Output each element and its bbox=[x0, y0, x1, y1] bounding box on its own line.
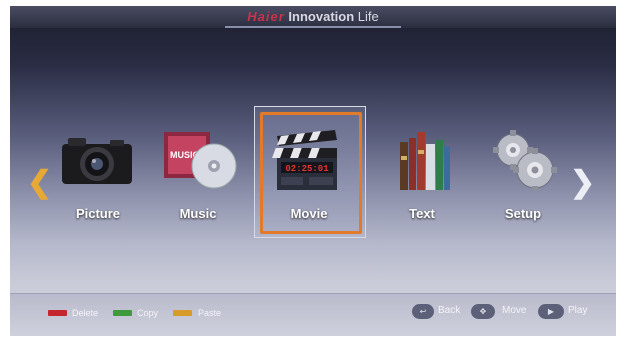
brand-sub: Innovation bbox=[288, 9, 355, 24]
move-key-icon: ✥ bbox=[471, 304, 495, 319]
action-delete[interactable]: Delete bbox=[72, 308, 98, 318]
next-arrow-icon[interactable]: ❯ bbox=[570, 168, 595, 198]
brand-main: Haier bbox=[247, 9, 285, 24]
red-key-icon bbox=[48, 310, 67, 316]
action-copy[interactable]: Copy bbox=[137, 308, 158, 318]
camera-icon bbox=[62, 138, 132, 184]
menu-item-movie[interactable]: 02:25:01 Movie bbox=[259, 118, 359, 240]
menu-item-label: Setup bbox=[504, 206, 542, 221]
bottom-bar: Delete Copy Paste ↩ Back ✥ Move ▶ Play bbox=[10, 293, 616, 336]
action-paste[interactable]: Paste bbox=[198, 308, 221, 318]
hint-play[interactable]: Play bbox=[568, 305, 587, 316]
menu-item-picture[interactable]: Picture bbox=[48, 118, 148, 240]
green-key-icon bbox=[113, 310, 132, 316]
clapper-time: 02:25:01 bbox=[285, 164, 329, 174]
books-icon bbox=[400, 132, 450, 190]
clapperboard-icon: 02:25:01 bbox=[272, 130, 337, 190]
top-bar: Haier Innovation Life bbox=[10, 6, 616, 28]
menu-item-music[interactable]: MUSIC Music bbox=[148, 118, 248, 240]
hint-back[interactable]: Back bbox=[438, 305, 460, 316]
media-menu-screen: Haier Innovation Life ❮ ❯ Picture MUSIC bbox=[10, 6, 616, 336]
menu-item-label: Movie bbox=[290, 206, 328, 221]
music-cd-icon: MUSIC bbox=[164, 132, 237, 189]
back-key-icon: ↩ bbox=[412, 304, 434, 319]
yellow-key-icon bbox=[173, 310, 192, 316]
top-divider bbox=[225, 26, 401, 28]
menu-item-label: Music bbox=[179, 206, 217, 221]
brand-tail: Life bbox=[357, 9, 379, 24]
brand-logo: Haier Innovation Life bbox=[10, 9, 616, 24]
hint-move[interactable]: Move bbox=[502, 305, 526, 316]
menu-item-text[interactable]: Text bbox=[372, 118, 472, 240]
menu-item-setup[interactable]: Setup bbox=[473, 118, 573, 240]
play-key-icon: ▶ bbox=[538, 304, 564, 319]
menu-item-label: Picture bbox=[75, 206, 121, 221]
menu-item-label: Text bbox=[409, 206, 435, 221]
gears-icon bbox=[493, 130, 557, 191]
